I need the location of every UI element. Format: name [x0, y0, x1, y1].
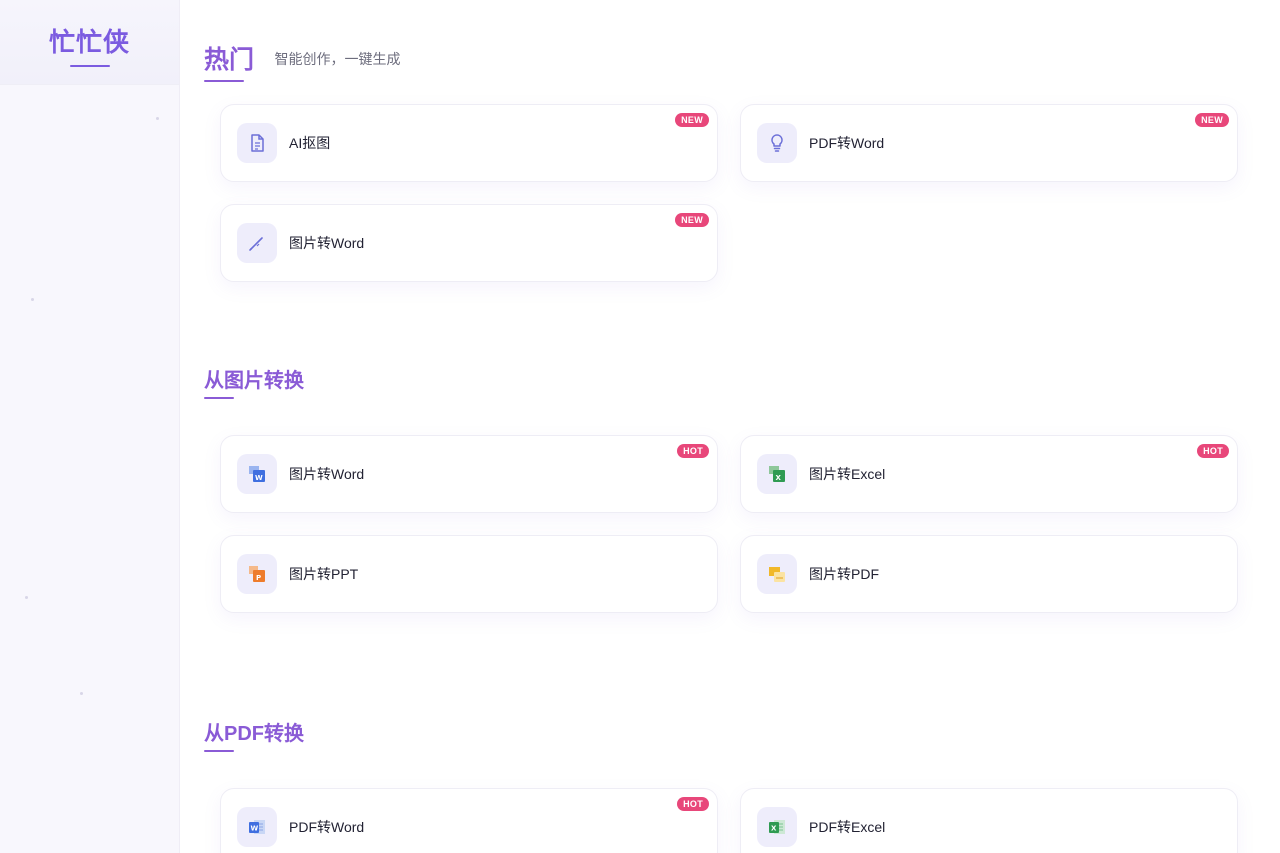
section-underline [204, 80, 244, 82]
card-label: PDF转Word [289, 819, 365, 835]
svg-text:P: P [256, 574, 261, 582]
hot-badge: HOT [677, 797, 709, 811]
card-image-to-word-2[interactable]: W 图片转Word HOT [220, 435, 718, 513]
image-word-icon: W [237, 454, 277, 494]
decor-dot [80, 692, 83, 695]
svg-text:W: W [251, 825, 259, 833]
section-from-pdf-header: 从PDF转换 [204, 717, 304, 752]
card-label: 图片转Excel [809, 466, 886, 482]
card-label: AI抠图 [289, 135, 331, 151]
card-pdf-to-word-2[interactable]: W PDF转Word HOT [220, 788, 718, 853]
card-ai-cutout[interactable]: AI抠图 NEW [220, 104, 718, 182]
card-label: 图片转Word [289, 235, 365, 251]
word-file-icon: W [237, 807, 277, 847]
section-from-image-header: 从图片转换 [204, 364, 304, 399]
decor-dot [25, 596, 28, 599]
section-title: 从PDF转换 [204, 723, 304, 745]
svg-text:W: W [255, 474, 263, 482]
section-subtitle: 智能创作，一键生成 [274, 51, 401, 67]
section-underline [204, 397, 234, 399]
card-label: 图片转Word [289, 466, 365, 482]
image-ppt-icon: P [237, 554, 277, 594]
section-title: 热门 [204, 46, 255, 74]
new-badge: NEW [1195, 113, 1229, 127]
card-label: PDF转Excel [809, 819, 886, 835]
svg-text:X: X [771, 825, 777, 833]
card-image-to-ppt[interactable]: P 图片转PPT [220, 535, 718, 613]
image-pdf-icon [757, 554, 797, 594]
card-pdf-to-word[interactable]: PDF转Word NEW [740, 104, 1238, 182]
card-image-to-excel[interactable]: X 图片转Excel HOT [740, 435, 1238, 513]
card-label: 图片转PDF [809, 566, 879, 582]
new-badge: NEW [675, 213, 709, 227]
sidebar: 忙忙侠 [0, 0, 180, 853]
card-pdf-to-excel[interactable]: X PDF转Excel [740, 788, 1238, 853]
hot-badge: HOT [677, 444, 709, 458]
section-underline [204, 750, 234, 752]
decor-dot [31, 298, 34, 301]
document-icon [237, 123, 277, 163]
brand-underline [69, 64, 110, 67]
hot-badge: HOT [1197, 444, 1229, 458]
card-label: 图片转PPT [289, 566, 359, 582]
new-badge: NEW [675, 113, 709, 127]
card-label: PDF转Word [809, 135, 885, 151]
card-image-to-word[interactable]: 图片转Word NEW [220, 204, 718, 282]
image-excel-icon: X [757, 454, 797, 494]
excel-file-icon: X [757, 807, 797, 847]
card-image-to-pdf[interactable]: 图片转PDF [740, 535, 1238, 613]
svg-text:X: X [776, 474, 782, 482]
brand-logo[interactable]: 忙忙侠 [0, 0, 179, 84]
brand-title: 忙忙侠 [48, 26, 130, 57]
lightbulb-icon [757, 123, 797, 163]
pen-icon [237, 223, 277, 263]
section-title: 从图片转换 [204, 370, 304, 392]
decor-dot [156, 117, 159, 120]
section-hot-header: 热门 智能创作，一键生成 [204, 40, 400, 82]
